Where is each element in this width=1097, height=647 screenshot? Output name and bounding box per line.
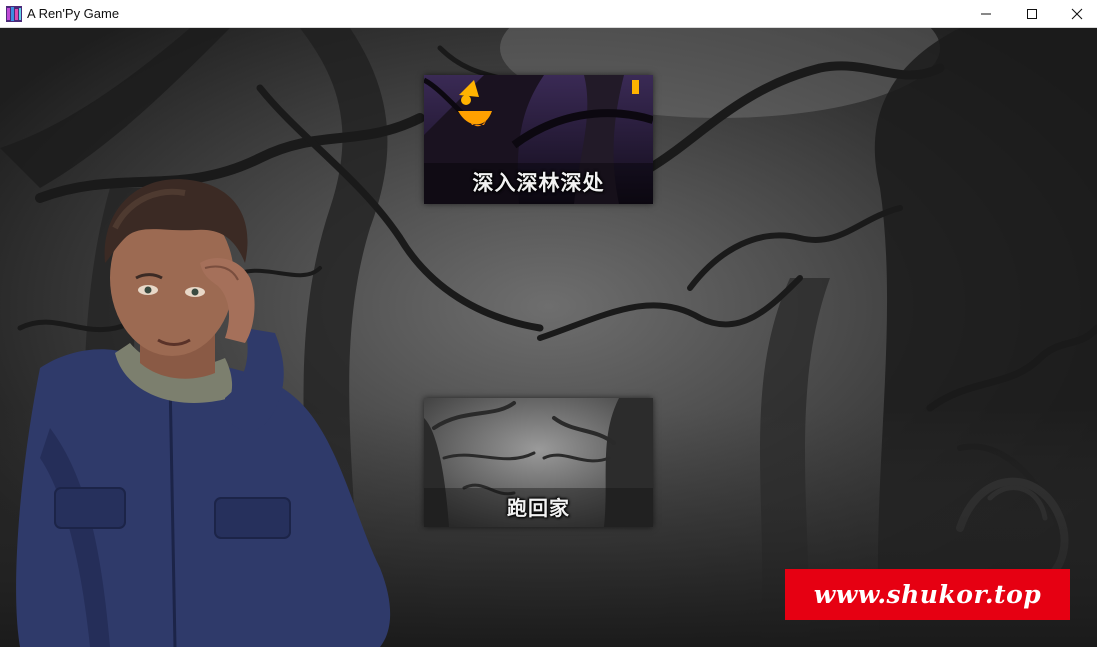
choice-label-run-home: 跑回家: [507, 496, 570, 520]
game-viewport: 深入深林深处 跑回家 www.shukor.top: [0, 28, 1097, 647]
window-title: A Ren'Py Game: [27, 6, 120, 21]
close-button[interactable]: [1054, 0, 1097, 28]
game-window: A Ren'Py Game 深入深林深处 跑回家 www.shukor.top: [0, 0, 1097, 647]
minimize-button[interactable]: [963, 0, 1009, 28]
choice-button-go-deeper[interactable]: 深入深林深处: [424, 75, 653, 204]
close-icon: [1071, 8, 1083, 20]
minimize-icon: [981, 13, 991, 15]
watermark-banner: www.shukor.top: [785, 569, 1070, 620]
character-sprite: [16, 179, 391, 647]
maximize-icon: [1027, 9, 1037, 19]
renpy-app-icon: [6, 6, 22, 22]
title-bar[interactable]: A Ren'Py Game: [0, 0, 1097, 28]
maximize-button[interactable]: [1009, 0, 1055, 28]
choice-button-run-home[interactable]: 跑回家: [424, 398, 653, 527]
choice-label-go-deeper: 深入深林深处: [472, 171, 605, 195]
watermark-text: www.shukor.top: [813, 580, 1042, 609]
